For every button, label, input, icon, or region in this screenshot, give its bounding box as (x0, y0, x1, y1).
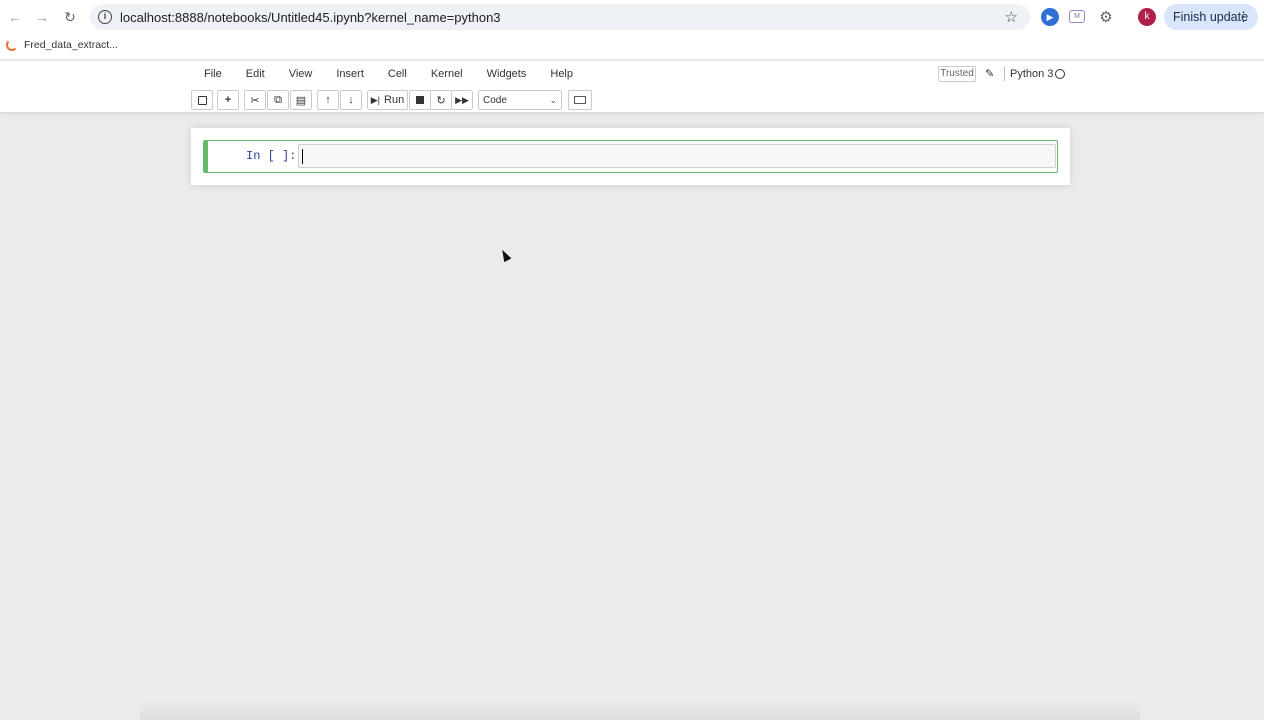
bookmark-label: Fred_data_extract... (24, 39, 118, 51)
address-bar[interactable]: i localhost:8888/notebooks/Untitled45.ip… (90, 4, 1030, 30)
scissors-icon: ✂ (250, 94, 260, 107)
text-cursor (302, 149, 303, 164)
menu-cell[interactable]: Cell (380, 66, 415, 82)
paste-icon: ▤ (295, 94, 307, 107)
extensions-puzzle-icon[interactable]: ⚙ (1097, 8, 1115, 26)
menu-widgets[interactable]: Widgets (479, 66, 535, 82)
loading-spinner-icon (6, 39, 18, 51)
cell-type-select[interactable]: Code ⌄ (478, 90, 562, 110)
reload-icon[interactable]: ↻ (56, 3, 84, 31)
restart-icon: ↻ (436, 94, 446, 107)
insert-cell-button[interactable]: + (217, 90, 239, 110)
plus-icon: + (224, 94, 232, 106)
site-info-icon[interactable]: i (98, 10, 112, 24)
cell-type-value: Code (483, 95, 507, 106)
menu-kernel[interactable]: Kernel (423, 66, 471, 82)
bottom-shadow (140, 700, 1140, 720)
move-down-button[interactable]: ↓ (340, 90, 362, 110)
move-up-button[interactable]: ↑ (317, 90, 339, 110)
cut-button[interactable]: ✂ (244, 90, 266, 110)
run-button[interactable]: ▶| Run (367, 90, 408, 110)
restart-button[interactable]: ↻ (430, 90, 452, 110)
notebook-header: File Edit View Insert Cell Kernel Widget… (0, 61, 1264, 113)
run-label: Run (384, 94, 405, 106)
trusted-indicator[interactable]: Trusted (938, 66, 976, 82)
interrupt-button[interactable] (409, 90, 431, 110)
arrow-up-icon: ↑ (325, 94, 331, 106)
command-palette-button[interactable] (568, 90, 592, 110)
menu-view[interactable]: View (281, 66, 321, 82)
url-text[interactable]: localhost:8888/notebooks/Untitled45.ipyn… (120, 10, 501, 25)
cell-editor[interactable] (298, 144, 1056, 168)
finish-update-button[interactable]: Finish update ⋮ (1164, 4, 1258, 30)
menu-insert[interactable]: Insert (328, 66, 372, 82)
bookmarks-bar: Fred_data_extract... (0, 34, 1264, 60)
chevron-down-icon: ⌄ (549, 95, 557, 105)
mouse-pointer-icon (498, 247, 512, 263)
extension-mail-icon[interactable]: M (1069, 10, 1085, 23)
run-icon: ▶| (370, 94, 381, 105)
notebook-container: In [ ]: (191, 128, 1070, 185)
profile-avatar[interactable]: k (1138, 8, 1156, 26)
arrow-down-icon: ↓ (348, 94, 354, 106)
paste-button[interactable]: ▤ (290, 90, 312, 110)
back-icon[interactable]: ← (1, 3, 29, 31)
extension-blue-icon[interactable]: ▶ (1041, 8, 1059, 26)
menu-edit[interactable]: Edit (238, 66, 273, 82)
menu-help[interactable]: Help (542, 66, 581, 82)
menubar: File Edit View Insert Cell Kernel Widget… (196, 66, 589, 82)
bookmark-star-icon[interactable]: ☆ (1005, 8, 1018, 26)
pencil-icon[interactable]: ✎ (985, 67, 994, 80)
input-prompt: In [ ]: (246, 149, 297, 163)
kernel-name: Python 3 (1010, 68, 1054, 80)
stop-icon (416, 96, 424, 104)
code-cell[interactable]: In [ ]: (203, 140, 1058, 173)
copy-button[interactable]: ⧉ (267, 90, 289, 110)
browser-toolbar: ← → ↻ i localhost:8888/notebooks/Untitle… (0, 0, 1264, 34)
fast-forward-icon: ▶▶ (455, 94, 469, 105)
keyboard-icon (574, 96, 586, 104)
kernel-separator (1004, 67, 1005, 81)
save-icon (197, 95, 207, 105)
forward-icon[interactable]: → (28, 3, 56, 31)
kernel-idle-icon (1055, 69, 1065, 79)
save-button[interactable] (191, 90, 213, 110)
bookmark-item[interactable]: Fred_data_extract... (6, 39, 118, 51)
restart-run-all-button[interactable]: ▶▶ (451, 90, 473, 110)
copy-icon: ⧉ (274, 93, 282, 106)
menu-file[interactable]: File (196, 66, 230, 82)
more-menu-icon[interactable]: ⋮ (1237, 9, 1250, 25)
